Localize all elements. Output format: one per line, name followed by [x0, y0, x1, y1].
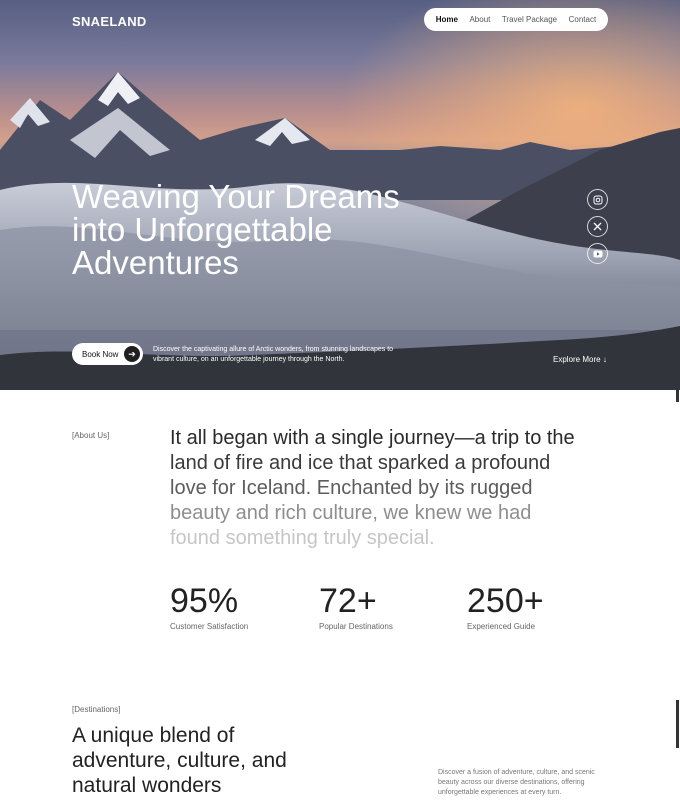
youtube-icon[interactable] — [587, 243, 608, 264]
about-line: beauty and rich culture, we knew we had — [170, 502, 532, 524]
explore-more-label: Explore More — [553, 355, 601, 364]
explore-more-link[interactable]: Explore More ↓ — [553, 355, 607, 364]
destinations-description: Discover a fusion of adventure, culture,… — [438, 769, 595, 796]
nav-home[interactable]: Home — [436, 15, 458, 24]
about-line: love for Iceland. Enchanted by its rugge… — [170, 477, 533, 499]
main-nav: Home About Travel Package Contact — [424, 8, 608, 31]
book-now-label: Book Now — [82, 349, 119, 359]
x-icon[interactable] — [587, 216, 608, 237]
about-line: found something truly special. — [170, 527, 435, 549]
destinations-title-line: adventure, culture, and — [72, 749, 287, 772]
arrow-down-icon: ↓ — [602, 355, 607, 364]
nav-contact[interactable]: Contact — [569, 15, 597, 24]
hero-title: Weaving Your Dreams into Unforgettable A… — [72, 180, 432, 279]
stat-customer-satisfaction: 95% Customer Satisfaction — [170, 582, 248, 631]
stat-label: Customer Satisfaction — [170, 622, 249, 631]
brand-logo[interactable]: SNAELAND — [72, 14, 147, 29]
destinations-title-line: A unique blend of — [72, 724, 235, 747]
scrollbar-thumb[interactable] — [676, 700, 679, 748]
stat-experienced-guide: 250+ Experienced Guide — [467, 582, 544, 631]
arrow-right-icon: ➔ — [124, 346, 140, 362]
hero-title-line: Weaving Your Dreams — [72, 178, 400, 215]
nav-about[interactable]: About — [469, 15, 490, 24]
stat-value: 95% — [170, 582, 239, 620]
about-tag: [About Us] — [72, 431, 110, 440]
hero-section: SNAELAND Home About Travel Package Conta… — [0, 0, 680, 390]
hero-title-line: Adventures — [72, 244, 239, 281]
book-now-button[interactable]: Book Now ➔ — [72, 343, 143, 365]
stat-label: Popular Destinations — [319, 622, 393, 631]
about-line: land of fire and ice that sparked a prof… — [170, 452, 551, 474]
destinations-title: A unique blend of adventure, culture, an… — [72, 723, 287, 798]
scrollbar-thumb[interactable] — [676, 390, 679, 402]
destinations-tag: [Destinations] — [72, 705, 121, 714]
destinations-title-line: natural wonders — [72, 774, 222, 797]
instagram-icon[interactable] — [587, 189, 608, 210]
about-statement: It all began with a single journey—a tri… — [170, 426, 610, 551]
stat-popular-destinations: 72+ Popular Destinations — [319, 582, 393, 631]
stat-value: 72+ — [319, 582, 377, 620]
hero-title-line: into Unforgettable — [72, 211, 333, 248]
stat-value: 250+ — [467, 582, 544, 620]
nav-travel-package[interactable]: Travel Package — [502, 15, 557, 24]
about-line: It all began with a single journey—a tri… — [170, 427, 575, 449]
stat-label: Experienced Guide — [467, 622, 536, 631]
hero-description: Discover the captivating allure of Arcti… — [153, 346, 394, 363]
